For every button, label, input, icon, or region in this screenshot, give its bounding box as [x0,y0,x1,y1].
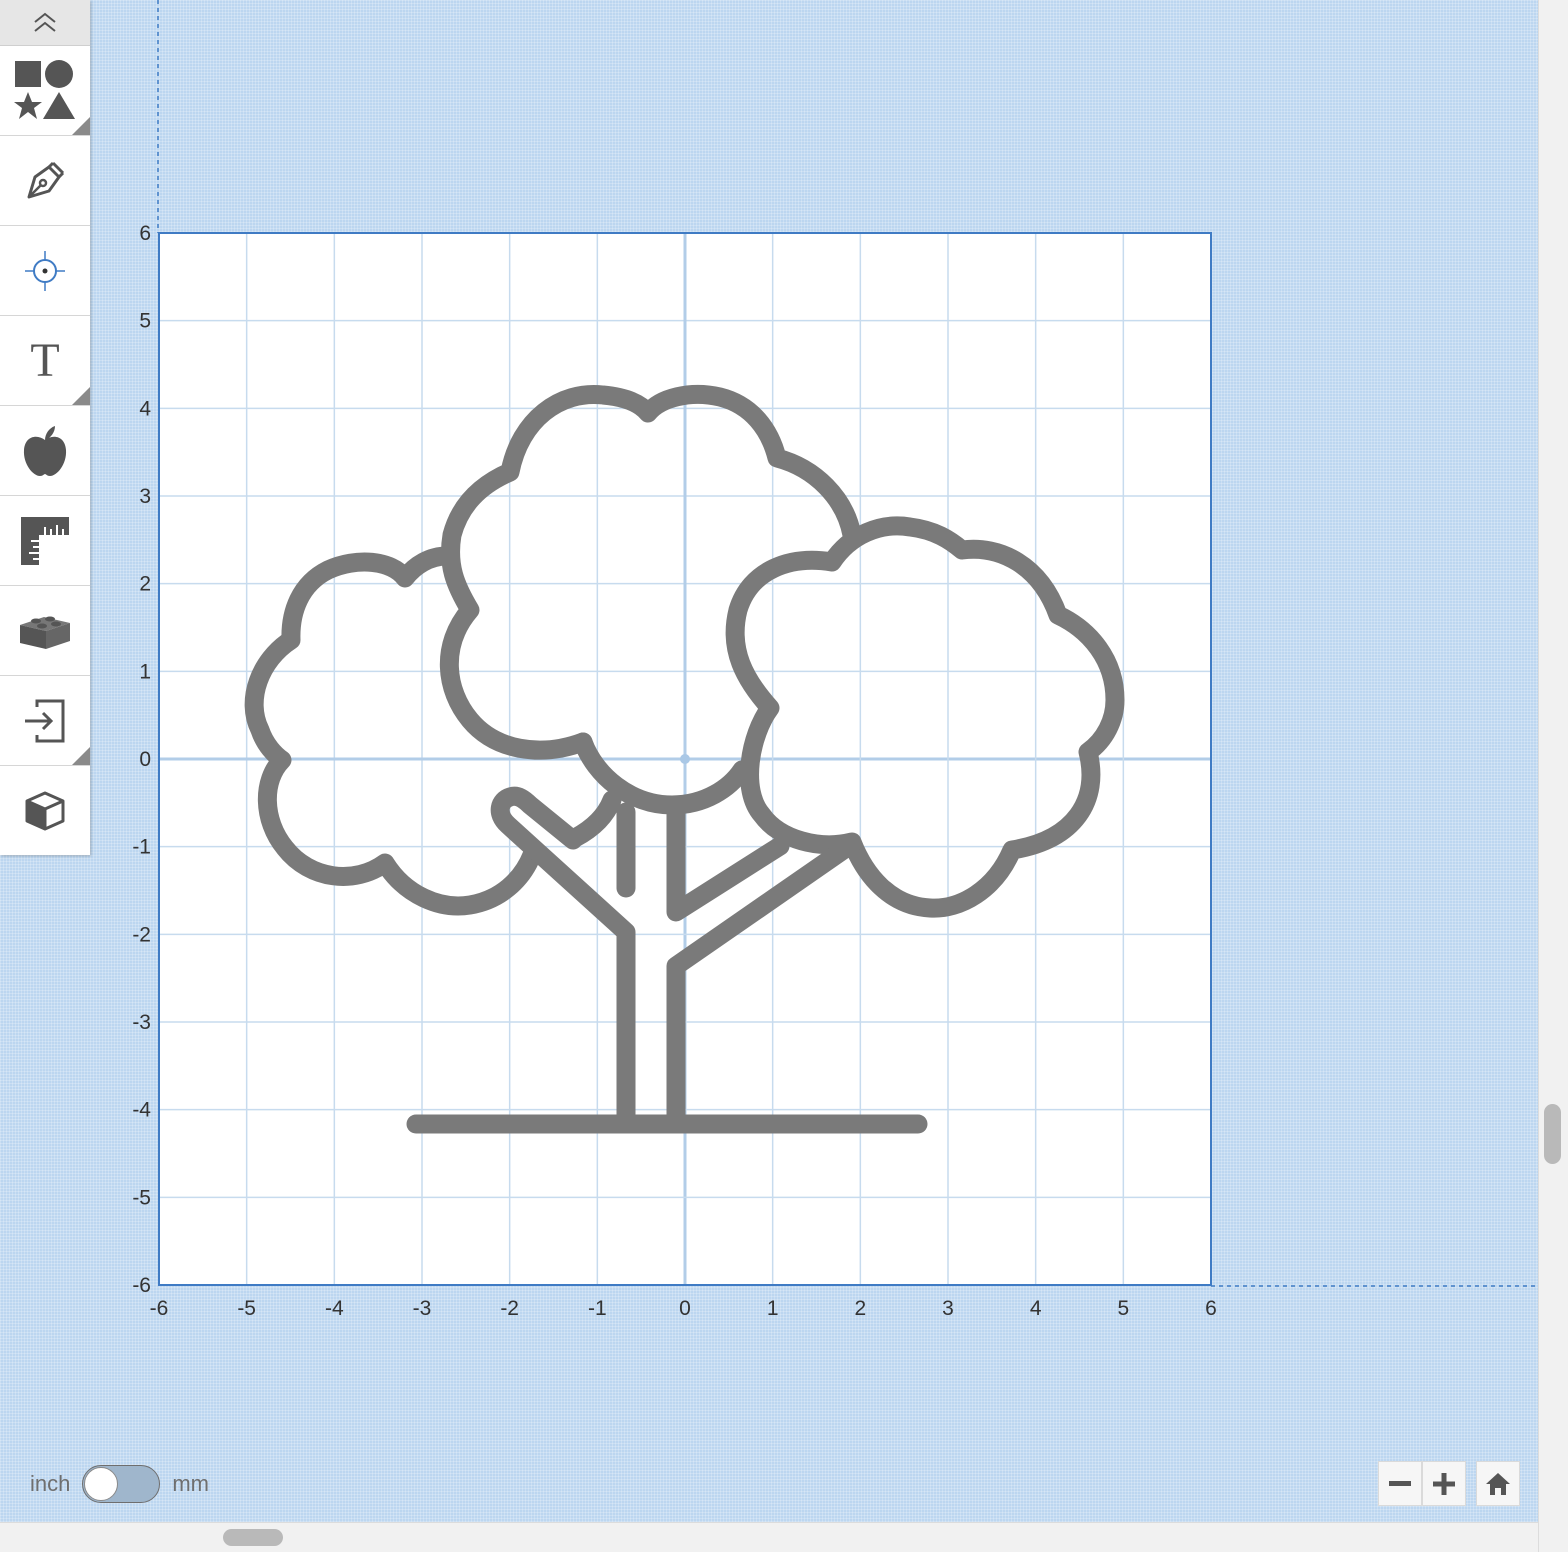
vertical-scrollbar-thumb[interactable] [1544,1104,1561,1164]
zoom-controls [1378,1461,1520,1506]
apple-icon [23,425,67,476]
y-tick-label: 5 [139,310,151,333]
horizontal-scrollbar-thumb[interactable] [223,1529,283,1546]
x-tick-label: 2 [854,1297,866,1320]
submenu-indicator [72,747,90,765]
y-tick-label: 1 [139,660,151,683]
workspace[interactable]: -6 -5 -4 -3 -2 -1 0 1 2 3 4 5 6 6 5 4 3 2 1 0 -1 -2 -3 -4 -5 -6 [0,0,1538,1522]
unit-switch[interactable] [82,1465,161,1503]
y-tick-label: -5 [132,1186,151,1209]
unit-label-inch: inch [30,1471,71,1496]
x-tick-label: -6 [150,1297,169,1320]
y-tick-label: -6 [132,1274,151,1297]
view-3d-button[interactable] [0,766,90,855]
design-canvas[interactable]: -6 -5 -4 -3 -2 -1 0 1 2 3 4 5 6 6 5 4 3 2 1 0 -1 -2 -3 -4 -5 -6 [0,0,1538,1522]
x-tick-label: 5 [1117,1297,1129,1320]
origin-tool-button[interactable] [0,226,90,316]
y-tick-label: -2 [132,923,151,946]
x-tick-label: -4 [325,1297,344,1320]
zoom-out-button[interactable] [1378,1461,1422,1506]
unit-label-mm: mm [172,1471,210,1496]
home-view-button[interactable] [1476,1461,1520,1506]
ruler-tool-button[interactable] [0,496,90,586]
minus-icon [1389,1480,1411,1486]
pen-icon [27,161,65,198]
shapes-icon [14,59,75,119]
y-tick-label: 6 [139,222,151,245]
y-tick-label: -3 [132,1011,151,1034]
text-tool-button[interactable]: T [0,316,90,406]
x-tick-label: 4 [1030,1297,1042,1320]
toolbar-collapse-button[interactable] [0,0,90,46]
text-icon: T [30,334,60,387]
import-tool-button[interactable] [0,676,90,766]
zoom-in-button[interactable] [1422,1461,1466,1506]
chevron-double-up-icon [34,12,56,32]
unit-switch-knob[interactable] [84,1467,119,1501]
blocks-tool-button[interactable] [0,586,90,676]
x-tick-label: 3 [942,1297,954,1320]
x-tick-label: 6 [1205,1297,1217,1320]
home-icon [1486,1472,1510,1495]
y-tick-label: 4 [139,397,151,420]
x-axis-tick-labels: -6 -5 -4 -3 -2 -1 0 1 2 3 4 5 6 [150,1297,1217,1320]
y-tick-label: -4 [132,1099,151,1122]
import-icon [25,699,65,742]
origin-point [680,754,690,764]
x-tick-label: 0 [679,1297,691,1320]
x-tick-label: 1 [767,1297,779,1320]
horizontal-scrollbar[interactable] [0,1522,1538,1552]
tool-sidebar: T [0,0,90,855]
y-tick-label: -1 [132,836,151,859]
vertical-scrollbar[interactable] [1538,0,1568,1552]
shapes-tool-button[interactable] [0,46,90,136]
plus-icon [1433,1472,1455,1495]
shape-library-button[interactable] [0,406,90,496]
submenu-indicator [72,117,90,135]
unit-toggle: inch mm [30,1465,209,1503]
y-axis-tick-labels: 6 5 4 3 2 1 0 -1 -2 -3 -4 -5 -6 [132,222,151,1297]
x-tick-label: -1 [588,1297,607,1320]
x-tick-label: -3 [413,1297,432,1320]
y-tick-label: 3 [139,485,151,508]
pen-tool-button[interactable] [0,136,90,226]
zoom-spacer [1466,1461,1476,1506]
submenu-indicator [72,387,90,405]
ruler-icon [21,516,69,565]
x-tick-label: -5 [237,1297,256,1320]
cube-icon [25,791,65,830]
y-tick-label: 0 [139,748,151,771]
crosshair-icon [25,250,65,291]
x-tick-label: -2 [500,1297,519,1320]
brick-icon [20,616,70,649]
y-tick-label: 2 [139,573,151,596]
